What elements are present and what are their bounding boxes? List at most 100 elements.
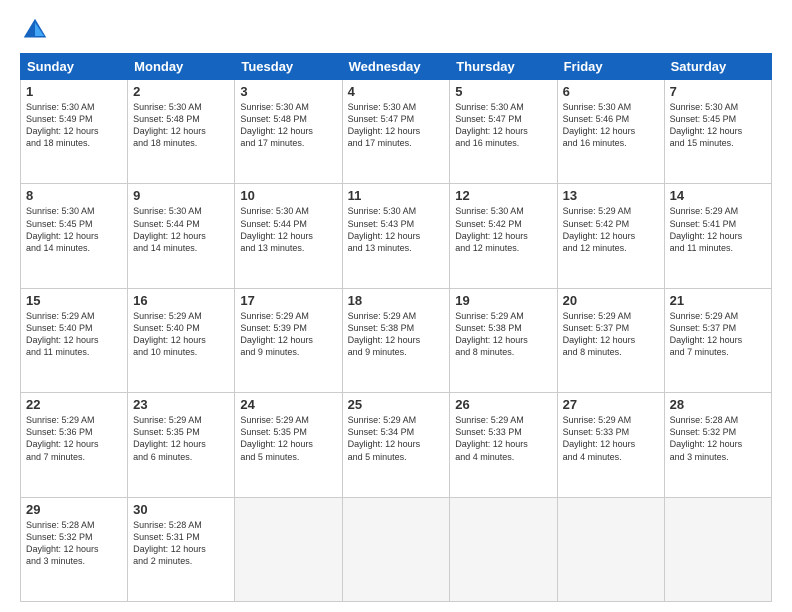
day-info: Sunrise: 5:28 AM Sunset: 5:31 PM Dayligh… (133, 519, 229, 568)
day-number: 5 (455, 84, 551, 99)
day-number: 22 (26, 397, 122, 412)
day-number: 7 (670, 84, 766, 99)
day-number: 25 (348, 397, 445, 412)
day-number: 30 (133, 502, 229, 517)
day-cell-24: 24Sunrise: 5:29 AM Sunset: 5:35 PM Dayli… (235, 393, 342, 497)
day-cell-27: 27Sunrise: 5:29 AM Sunset: 5:33 PM Dayli… (557, 393, 664, 497)
day-cell-3: 3 Sunrise: 5:30 AM Sunset: 5:48 PM Daylig… (235, 80, 342, 184)
logo (20, 15, 54, 45)
column-header-monday: Monday (128, 54, 235, 80)
day-cell-4: 4 Sunrise: 5:30 AM Sunset: 5:47 PM Daylig… (342, 80, 450, 184)
day-number: 2 (133, 84, 229, 99)
empty-cell (342, 497, 450, 601)
day-info: Sunrise: 5:30 AM Sunset: 5:44 PM Dayligh… (240, 205, 336, 254)
day-info: Sunrise: 5:29 AM Sunset: 5:36 PM Dayligh… (26, 414, 122, 463)
header (20, 15, 772, 45)
day-cell-22: 22 Sunrise: 5:29 AM Sunset: 5:36 PM Dayli… (21, 393, 128, 497)
day-cell-15: 15 Sunrise: 5:29 AM Sunset: 5:40 PM Dayli… (21, 288, 128, 392)
day-info: Sunrise: 5:29 AM Sunset: 5:33 PM Dayligh… (563, 414, 659, 463)
day-cell-16: 16 Sunrise: 5:29 AM Sunset: 5:40 PM Dayli… (128, 288, 235, 392)
day-cell-5: 5 Sunrise: 5:30 AM Sunset: 5:47 PM Daylig… (450, 80, 557, 184)
day-number: 8 (26, 188, 122, 203)
day-cell-8: 8 Sunrise: 5:30 AM Sunset: 5:45 PM Daylig… (21, 184, 128, 288)
week-row-5: 29 Sunrise: 5:28 AM Sunset: 5:32 PM Dayli… (21, 497, 772, 601)
day-cell-28: 28 Sunrise: 5:28 AM Sunset: 5:32 PM Dayli… (664, 393, 771, 497)
day-info: Sunrise: 5:29 AM Sunset: 5:40 PM Dayligh… (133, 310, 229, 359)
day-info: Sunrise: 5:29 AM Sunset: 5:35 PM Dayligh… (133, 414, 229, 463)
day-number: 29 (26, 502, 122, 517)
day-number: 11 (348, 188, 445, 203)
day-cell-19: 19Sunrise: 5:29 AM Sunset: 5:38 PM Dayli… (450, 288, 557, 392)
column-header-thursday: Thursday (450, 54, 557, 80)
day-info: Sunrise: 5:30 AM Sunset: 5:42 PM Dayligh… (455, 205, 551, 254)
day-number: 1 (26, 84, 122, 99)
day-number: 26 (455, 397, 551, 412)
day-info: Sunrise: 5:30 AM Sunset: 5:47 PM Dayligh… (348, 101, 445, 150)
day-info: Sunrise: 5:30 AM Sunset: 5:43 PM Dayligh… (348, 205, 445, 254)
day-number: 28 (670, 397, 766, 412)
day-cell-11: 11 Sunrise: 5:30 AM Sunset: 5:43 PM Dayli… (342, 184, 450, 288)
day-number: 4 (348, 84, 445, 99)
column-header-tuesday: Tuesday (235, 54, 342, 80)
week-row-3: 15 Sunrise: 5:29 AM Sunset: 5:40 PM Dayli… (21, 288, 772, 392)
empty-cell (557, 497, 664, 601)
day-cell-20: 20 Sunrise: 5:29 AM Sunset: 5:37 PM Dayli… (557, 288, 664, 392)
day-info: Sunrise: 5:29 AM Sunset: 5:38 PM Dayligh… (348, 310, 445, 359)
day-info: Sunrise: 5:29 AM Sunset: 5:34 PM Dayligh… (348, 414, 445, 463)
day-info: Sunrise: 5:29 AM Sunset: 5:37 PM Dayligh… (670, 310, 766, 359)
day-number: 3 (240, 84, 336, 99)
column-header-saturday: Saturday (664, 54, 771, 80)
day-info: Sunrise: 5:30 AM Sunset: 5:45 PM Dayligh… (670, 101, 766, 150)
day-cell-18: 18Sunrise: 5:29 AM Sunset: 5:38 PM Dayli… (342, 288, 450, 392)
day-info: Sunrise: 5:30 AM Sunset: 5:48 PM Dayligh… (240, 101, 336, 150)
day-number: 15 (26, 293, 122, 308)
day-info: Sunrise: 5:30 AM Sunset: 5:45 PM Dayligh… (26, 205, 122, 254)
column-header-wednesday: Wednesday (342, 54, 450, 80)
day-cell-25: 25 Sunrise: 5:29 AM Sunset: 5:34 PM Dayli… (342, 393, 450, 497)
day-info: Sunrise: 5:30 AM Sunset: 5:49 PM Dayligh… (26, 101, 122, 150)
column-header-friday: Friday (557, 54, 664, 80)
day-info: Sunrise: 5:29 AM Sunset: 5:33 PM Dayligh… (455, 414, 551, 463)
column-header-sunday: Sunday (21, 54, 128, 80)
day-info: Sunrise: 5:29 AM Sunset: 5:41 PM Dayligh… (670, 205, 766, 254)
day-info: Sunrise: 5:30 AM Sunset: 5:47 PM Dayligh… (455, 101, 551, 150)
day-cell-10: 10 Sunrise: 5:30 AM Sunset: 5:44 PM Dayli… (235, 184, 342, 288)
week-row-1: 1 Sunrise: 5:30 AM Sunset: 5:49 PM Daylig… (21, 80, 772, 184)
day-cell-13: 13Sunrise: 5:29 AM Sunset: 5:42 PM Dayli… (557, 184, 664, 288)
day-cell-26: 26 Sunrise: 5:29 AM Sunset: 5:33 PM Dayli… (450, 393, 557, 497)
day-cell-21: 21 Sunrise: 5:29 AM Sunset: 5:37 PM Dayli… (664, 288, 771, 392)
day-number: 20 (563, 293, 659, 308)
day-number: 10 (240, 188, 336, 203)
day-info: Sunrise: 5:29 AM Sunset: 5:38 PM Dayligh… (455, 310, 551, 359)
empty-cell (450, 497, 557, 601)
day-cell-17: 17Sunrise: 5:29 AM Sunset: 5:39 PM Dayli… (235, 288, 342, 392)
day-info: Sunrise: 5:30 AM Sunset: 5:46 PM Dayligh… (563, 101, 659, 150)
day-cell-2: 2 Sunrise: 5:30 AM Sunset: 5:48 PM Daylig… (128, 80, 235, 184)
day-number: 21 (670, 293, 766, 308)
calendar-table: SundayMondayTuesdayWednesdayThursdayFrid… (20, 53, 772, 602)
day-info: Sunrise: 5:29 AM Sunset: 5:35 PM Dayligh… (240, 414, 336, 463)
day-cell-23: 23 Sunrise: 5:29 AM Sunset: 5:35 PM Dayli… (128, 393, 235, 497)
day-number: 6 (563, 84, 659, 99)
calendar-header-row: SundayMondayTuesdayWednesdayThursdayFrid… (21, 54, 772, 80)
empty-cell (235, 497, 342, 601)
day-number: 14 (670, 188, 766, 203)
day-info: Sunrise: 5:28 AM Sunset: 5:32 PM Dayligh… (26, 519, 122, 568)
day-info: Sunrise: 5:29 AM Sunset: 5:39 PM Dayligh… (240, 310, 336, 359)
day-info: Sunrise: 5:29 AM Sunset: 5:37 PM Dayligh… (563, 310, 659, 359)
logo-icon (20, 15, 50, 45)
day-cell-12: 12Sunrise: 5:30 AM Sunset: 5:42 PM Dayli… (450, 184, 557, 288)
page: SundayMondayTuesdayWednesdayThursdayFrid… (0, 0, 792, 612)
day-info: Sunrise: 5:30 AM Sunset: 5:48 PM Dayligh… (133, 101, 229, 150)
day-cell-7: 7 Sunrise: 5:30 AM Sunset: 5:45 PM Daylig… (664, 80, 771, 184)
day-info: Sunrise: 5:29 AM Sunset: 5:40 PM Dayligh… (26, 310, 122, 359)
day-cell-30: 30 Sunrise: 5:28 AM Sunset: 5:31 PM Dayli… (128, 497, 235, 601)
empty-cell (664, 497, 771, 601)
day-number: 16 (133, 293, 229, 308)
day-cell-9: 9Sunrise: 5:30 AM Sunset: 5:44 PM Daylig… (128, 184, 235, 288)
day-number: 23 (133, 397, 229, 412)
day-info: Sunrise: 5:28 AM Sunset: 5:32 PM Dayligh… (670, 414, 766, 463)
day-cell-6: 6 Sunrise: 5:30 AM Sunset: 5:46 PM Daylig… (557, 80, 664, 184)
day-info: Sunrise: 5:30 AM Sunset: 5:44 PM Dayligh… (133, 205, 229, 254)
week-row-4: 22 Sunrise: 5:29 AM Sunset: 5:36 PM Dayli… (21, 393, 772, 497)
